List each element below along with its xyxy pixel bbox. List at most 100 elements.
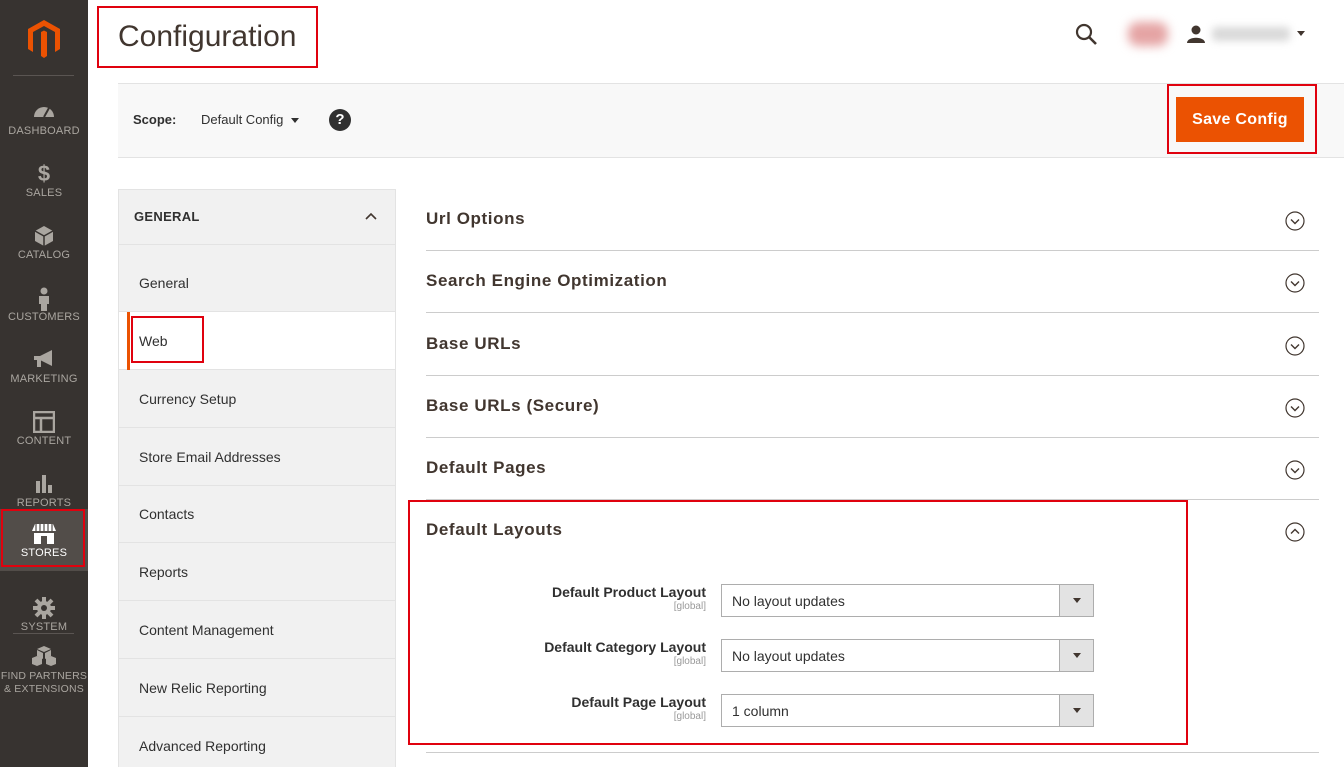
field-default-product-layout: Default Product Layout [global] No layou… (426, 584, 1126, 618)
tab-label: Contacts (139, 506, 195, 522)
section-title: Base URLs (426, 334, 522, 353)
cube-icon (0, 225, 88, 247)
user-icon (1187, 25, 1205, 43)
menu-item-catalog[interactable]: CATALOG (0, 211, 88, 273)
tab-general[interactable]: General (119, 254, 395, 312)
menu-item-sales[interactable]: $ SALES (0, 149, 88, 211)
field-scope: [global] (673, 601, 706, 612)
menu-label-line: FIND PARTNERS (0, 670, 88, 682)
section-title: Default Pages (426, 458, 547, 477)
field-default-category-layout: Default Category Layout [global] No layo… (426, 639, 1126, 673)
field-scope: [global] (673, 711, 706, 722)
default-product-layout-select[interactable]: No layout updates (721, 584, 1094, 617)
select-value: 1 column (732, 703, 789, 719)
scope-switcher[interactable]: Default Config (201, 112, 300, 127)
gear-icon (0, 597, 88, 619)
help-icon[interactable]: ? (329, 109, 351, 131)
scope-value: Default Config (201, 112, 284, 127)
menu-label: SALES (25, 187, 63, 199)
tab-label: General (139, 275, 189, 291)
menu-divider (13, 633, 74, 634)
menu-label: CONTENT (16, 435, 72, 447)
tab-label: New Relic Reporting (139, 680, 267, 696)
tab-group-label: GENERAL (134, 209, 200, 224)
menu-item-find-partners[interactable]: FIND PARTNERS & EXTENSIONS (0, 645, 88, 705)
menu-item-stores[interactable]: STORES (0, 509, 88, 571)
menu-divider (13, 75, 74, 76)
menu-label: CUSTOMERS (8, 311, 80, 323)
field-label: Default Page Layout (571, 694, 706, 710)
section-title: Search Engine Optimization (426, 271, 668, 290)
field-label: Default Product Layout (551, 584, 706, 600)
bar-chart-icon (0, 473, 88, 495)
save-config-button[interactable]: Save Config (1176, 97, 1304, 142)
config-tabs-sidebar: GENERAL General Web Currency Setup Store… (118, 189, 396, 767)
admin-menu: DASHBOARD $ SALES CATALOG CUSTOMERS MARK… (0, 0, 88, 767)
page-title: Configuration (118, 20, 297, 53)
collapse-circle-icon (1285, 522, 1305, 542)
chevron-down-icon (1059, 585, 1093, 616)
notifications-indicator[interactable] (1128, 22, 1168, 46)
tab-label: Reports (139, 564, 189, 580)
menu-label: MARKETING (10, 373, 78, 385)
tab-contacts[interactable]: Contacts (119, 485, 395, 543)
username-blurred (1212, 27, 1290, 41)
menu-label: DASHBOARD (8, 125, 80, 137)
tab-group-general[interactable]: GENERAL (119, 190, 395, 245)
chevron-down-icon (1059, 640, 1093, 671)
section-base-urls[interactable]: Base URLs (426, 314, 1319, 376)
scope-bar: Scope: Default Config ? (118, 83, 1344, 158)
tab-advanced-reporting[interactable]: Advanced Reporting (119, 717, 395, 767)
tab-label: Store Email Addresses (139, 449, 281, 465)
tab-label: Advanced Reporting (139, 738, 266, 754)
section-title: Default Layouts (426, 520, 563, 539)
menu-item-customers[interactable]: CUSTOMERS (0, 273, 88, 335)
section-title: Url Options (426, 209, 526, 228)
person-icon (0, 287, 88, 311)
menu-item-system[interactable]: SYSTEM (0, 583, 88, 645)
tab-content-management[interactable]: Content Management (119, 601, 395, 659)
tab-label: Currency Setup (139, 391, 237, 407)
default-page-layout-select[interactable]: 1 column (721, 694, 1094, 727)
section-search-engine-optimization[interactable]: Search Engine Optimization (426, 251, 1319, 313)
section-base-urls-secure[interactable]: Base URLs (Secure) (426, 376, 1319, 438)
tab-web[interactable]: Web (119, 312, 395, 370)
tab-label: Content Management (139, 622, 274, 638)
expand-circle-icon (1285, 398, 1305, 418)
chevron-down-icon (1059, 695, 1093, 726)
menu-item-content[interactable]: CONTENT (0, 397, 88, 459)
menu-label: STORES (20, 547, 68, 559)
chevron-up-icon (365, 212, 377, 220)
boxes-icon (0, 645, 88, 667)
chevron-down-icon (291, 118, 300, 124)
section-url-options[interactable]: Url Options (426, 189, 1319, 251)
user-account-menu[interactable] (1184, 22, 1309, 46)
select-value: No layout updates (732, 593, 845, 609)
dollar-icon: $ (37, 161, 51, 186)
tab-reports[interactable]: Reports (119, 543, 395, 601)
tab-store-email-addresses[interactable]: Store Email Addresses (119, 428, 395, 486)
megaphone-icon (0, 349, 88, 371)
select-value: No layout updates (732, 648, 845, 664)
menu-label-line: & EXTENSIONS (3, 683, 84, 695)
storefront-icon (0, 523, 88, 545)
expand-circle-icon (1285, 273, 1305, 293)
field-default-page-layout: Default Page Layout [global] 1 column (426, 694, 1126, 728)
tab-new-relic-reporting[interactable]: New Relic Reporting (119, 659, 395, 717)
dashboard-icon (0, 101, 88, 123)
layout-icon (0, 411, 88, 433)
field-scope: [global] (673, 656, 706, 667)
chevron-down-icon (1297, 31, 1305, 36)
field-label: Default Category Layout (544, 639, 706, 655)
section-default-pages[interactable]: Default Pages (426, 438, 1319, 500)
search-icon (1075, 23, 1097, 45)
menu-item-dashboard[interactable]: DASHBOARD (0, 87, 88, 149)
tab-currency-setup[interactable]: Currency Setup (119, 370, 395, 428)
default-category-layout-select[interactable]: No layout updates (721, 639, 1094, 672)
menu-item-marketing[interactable]: MARKETING (0, 335, 88, 397)
search-button[interactable] (1074, 22, 1100, 48)
magento-logo-icon[interactable] (24, 18, 64, 58)
expand-circle-icon (1285, 211, 1305, 231)
menu-label: CATALOG (17, 249, 71, 261)
tab-label: Web (139, 333, 168, 349)
